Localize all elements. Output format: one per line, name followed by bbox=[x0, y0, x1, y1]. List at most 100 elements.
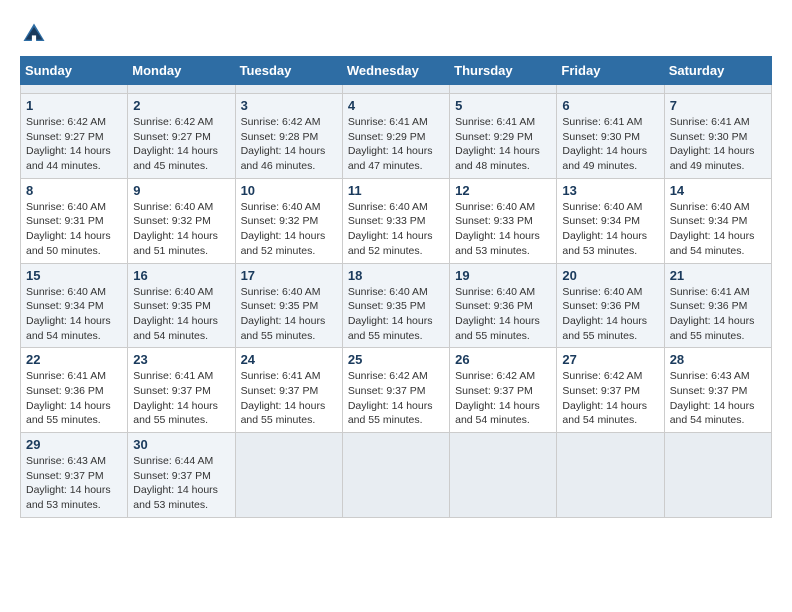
day-info: Sunrise: 6:40 AMSunset: 9:32 PMDaylight:… bbox=[133, 200, 229, 259]
day-info: Sunrise: 6:41 AMSunset: 9:30 PMDaylight:… bbox=[562, 115, 658, 174]
day-info: Sunrise: 6:42 AMSunset: 9:37 PMDaylight:… bbox=[562, 369, 658, 428]
header-tuesday: Tuesday bbox=[235, 57, 342, 85]
calendar-cell: 25 Sunrise: 6:42 AMSunset: 9:37 PMDaylig… bbox=[342, 348, 449, 433]
calendar-cell: 1 Sunrise: 6:42 AMSunset: 9:27 PMDayligh… bbox=[21, 94, 128, 179]
calendar-cell: 24 Sunrise: 6:41 AMSunset: 9:37 PMDaylig… bbox=[235, 348, 342, 433]
header-monday: Monday bbox=[128, 57, 235, 85]
day-number: 30 bbox=[133, 437, 229, 452]
calendar-cell: 21 Sunrise: 6:41 AMSunset: 9:36 PMDaylig… bbox=[664, 263, 771, 348]
day-info: Sunrise: 6:41 AMSunset: 9:29 PMDaylight:… bbox=[348, 115, 444, 174]
day-number: 29 bbox=[26, 437, 122, 452]
calendar-cell: 18 Sunrise: 6:40 AMSunset: 9:35 PMDaylig… bbox=[342, 263, 449, 348]
calendar-cell bbox=[450, 85, 557, 94]
calendar-cell: 20 Sunrise: 6:40 AMSunset: 9:36 PMDaylig… bbox=[557, 263, 664, 348]
calendar-cell bbox=[128, 85, 235, 94]
day-number: 23 bbox=[133, 352, 229, 367]
calendar-week-row bbox=[21, 85, 772, 94]
day-number: 27 bbox=[562, 352, 658, 367]
day-info: Sunrise: 6:42 AMSunset: 9:28 PMDaylight:… bbox=[241, 115, 337, 174]
day-info: Sunrise: 6:41 AMSunset: 9:37 PMDaylight:… bbox=[241, 369, 337, 428]
day-number: 25 bbox=[348, 352, 444, 367]
calendar-cell: 8 Sunrise: 6:40 AMSunset: 9:31 PMDayligh… bbox=[21, 178, 128, 263]
day-number: 14 bbox=[670, 183, 766, 198]
calendar-cell bbox=[235, 85, 342, 94]
calendar-cell: 12 Sunrise: 6:40 AMSunset: 9:33 PMDaylig… bbox=[450, 178, 557, 263]
day-info: Sunrise: 6:43 AMSunset: 9:37 PMDaylight:… bbox=[670, 369, 766, 428]
day-info: Sunrise: 6:40 AMSunset: 9:36 PMDaylight:… bbox=[562, 285, 658, 344]
day-number: 21 bbox=[670, 268, 766, 283]
calendar-cell bbox=[342, 85, 449, 94]
day-number: 10 bbox=[241, 183, 337, 198]
header-sunday: Sunday bbox=[21, 57, 128, 85]
day-number: 7 bbox=[670, 98, 766, 113]
calendar-cell: 7 Sunrise: 6:41 AMSunset: 9:30 PMDayligh… bbox=[664, 94, 771, 179]
calendar-cell: 22 Sunrise: 6:41 AMSunset: 9:36 PMDaylig… bbox=[21, 348, 128, 433]
day-number: 11 bbox=[348, 183, 444, 198]
header-wednesday: Wednesday bbox=[342, 57, 449, 85]
logo-icon bbox=[20, 20, 48, 48]
day-number: 13 bbox=[562, 183, 658, 198]
day-info: Sunrise: 6:40 AMSunset: 9:35 PMDaylight:… bbox=[348, 285, 444, 344]
logo bbox=[20, 20, 52, 48]
calendar-cell bbox=[664, 433, 771, 518]
day-number: 2 bbox=[133, 98, 229, 113]
calendar-cell: 11 Sunrise: 6:40 AMSunset: 9:33 PMDaylig… bbox=[342, 178, 449, 263]
calendar-cell bbox=[450, 433, 557, 518]
day-info: Sunrise: 6:42 AMSunset: 9:27 PMDaylight:… bbox=[26, 115, 122, 174]
header-saturday: Saturday bbox=[664, 57, 771, 85]
day-number: 17 bbox=[241, 268, 337, 283]
calendar-cell: 5 Sunrise: 6:41 AMSunset: 9:29 PMDayligh… bbox=[450, 94, 557, 179]
day-info: Sunrise: 6:42 AMSunset: 9:37 PMDaylight:… bbox=[348, 369, 444, 428]
day-info: Sunrise: 6:40 AMSunset: 9:34 PMDaylight:… bbox=[670, 200, 766, 259]
day-number: 16 bbox=[133, 268, 229, 283]
day-info: Sunrise: 6:44 AMSunset: 9:37 PMDaylight:… bbox=[133, 454, 229, 513]
day-number: 5 bbox=[455, 98, 551, 113]
calendar-header-row: SundayMondayTuesdayWednesdayThursdayFrid… bbox=[21, 57, 772, 85]
calendar-cell bbox=[557, 433, 664, 518]
calendar-cell: 27 Sunrise: 6:42 AMSunset: 9:37 PMDaylig… bbox=[557, 348, 664, 433]
calendar-cell: 23 Sunrise: 6:41 AMSunset: 9:37 PMDaylig… bbox=[128, 348, 235, 433]
page-header bbox=[20, 20, 772, 48]
day-info: Sunrise: 6:41 AMSunset: 9:36 PMDaylight:… bbox=[26, 369, 122, 428]
day-number: 1 bbox=[26, 98, 122, 113]
calendar-cell bbox=[342, 433, 449, 518]
calendar-cell: 28 Sunrise: 6:43 AMSunset: 9:37 PMDaylig… bbox=[664, 348, 771, 433]
day-number: 3 bbox=[241, 98, 337, 113]
day-number: 26 bbox=[455, 352, 551, 367]
day-number: 19 bbox=[455, 268, 551, 283]
day-info: Sunrise: 6:40 AMSunset: 9:31 PMDaylight:… bbox=[26, 200, 122, 259]
calendar-cell bbox=[21, 85, 128, 94]
calendar-cell: 3 Sunrise: 6:42 AMSunset: 9:28 PMDayligh… bbox=[235, 94, 342, 179]
day-info: Sunrise: 6:40 AMSunset: 9:34 PMDaylight:… bbox=[562, 200, 658, 259]
header-thursday: Thursday bbox=[450, 57, 557, 85]
day-info: Sunrise: 6:40 AMSunset: 9:32 PMDaylight:… bbox=[241, 200, 337, 259]
day-info: Sunrise: 6:41 AMSunset: 9:30 PMDaylight:… bbox=[670, 115, 766, 174]
calendar-week-row: 29 Sunrise: 6:43 AMSunset: 9:37 PMDaylig… bbox=[21, 433, 772, 518]
calendar-cell: 14 Sunrise: 6:40 AMSunset: 9:34 PMDaylig… bbox=[664, 178, 771, 263]
calendar-cell bbox=[664, 85, 771, 94]
day-info: Sunrise: 6:40 AMSunset: 9:33 PMDaylight:… bbox=[348, 200, 444, 259]
calendar-cell: 9 Sunrise: 6:40 AMSunset: 9:32 PMDayligh… bbox=[128, 178, 235, 263]
calendar-cell: 30 Sunrise: 6:44 AMSunset: 9:37 PMDaylig… bbox=[128, 433, 235, 518]
calendar-cell: 6 Sunrise: 6:41 AMSunset: 9:30 PMDayligh… bbox=[557, 94, 664, 179]
day-info: Sunrise: 6:41 AMSunset: 9:37 PMDaylight:… bbox=[133, 369, 229, 428]
calendar-week-row: 8 Sunrise: 6:40 AMSunset: 9:31 PMDayligh… bbox=[21, 178, 772, 263]
day-number: 15 bbox=[26, 268, 122, 283]
day-info: Sunrise: 6:41 AMSunset: 9:29 PMDaylight:… bbox=[455, 115, 551, 174]
calendar-cell: 2 Sunrise: 6:42 AMSunset: 9:27 PMDayligh… bbox=[128, 94, 235, 179]
calendar-cell: 17 Sunrise: 6:40 AMSunset: 9:35 PMDaylig… bbox=[235, 263, 342, 348]
day-number: 12 bbox=[455, 183, 551, 198]
day-info: Sunrise: 6:40 AMSunset: 9:35 PMDaylight:… bbox=[241, 285, 337, 344]
calendar-cell: 4 Sunrise: 6:41 AMSunset: 9:29 PMDayligh… bbox=[342, 94, 449, 179]
day-number: 6 bbox=[562, 98, 658, 113]
day-info: Sunrise: 6:40 AMSunset: 9:33 PMDaylight:… bbox=[455, 200, 551, 259]
day-info: Sunrise: 6:43 AMSunset: 9:37 PMDaylight:… bbox=[26, 454, 122, 513]
day-info: Sunrise: 6:40 AMSunset: 9:34 PMDaylight:… bbox=[26, 285, 122, 344]
day-number: 24 bbox=[241, 352, 337, 367]
calendar-cell bbox=[235, 433, 342, 518]
calendar-cell bbox=[557, 85, 664, 94]
day-number: 22 bbox=[26, 352, 122, 367]
day-number: 20 bbox=[562, 268, 658, 283]
day-info: Sunrise: 6:40 AMSunset: 9:36 PMDaylight:… bbox=[455, 285, 551, 344]
calendar-week-row: 22 Sunrise: 6:41 AMSunset: 9:36 PMDaylig… bbox=[21, 348, 772, 433]
